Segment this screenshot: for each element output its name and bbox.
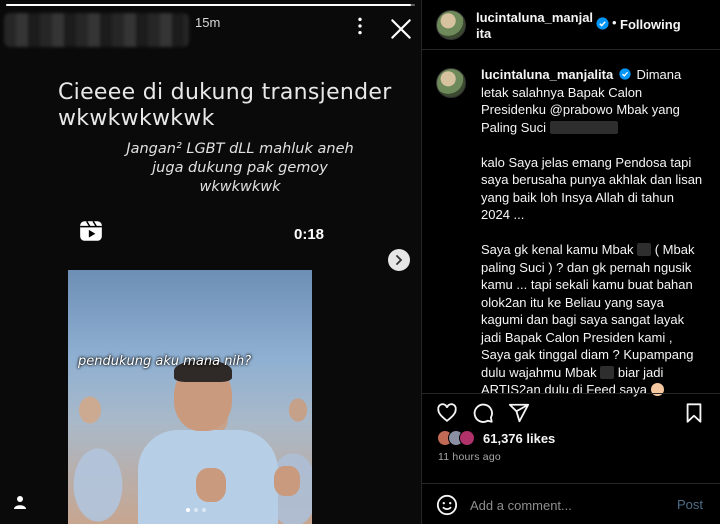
more-horizontal-icon[interactable] xyxy=(350,16,370,36)
verified-badge-icon xyxy=(619,68,631,80)
carousel-dots xyxy=(186,508,206,512)
post-actions: 61,376 likes 11 hours ago xyxy=(422,393,720,483)
avatar xyxy=(459,430,475,446)
avatar[interactable] xyxy=(436,68,466,98)
caption-paragraph-3b: ( Mbak paling Suci ) ? dan gk pernah ngu… xyxy=(481,242,695,380)
likers-avatars[interactable] xyxy=(437,430,475,446)
story-timestamp: 15m xyxy=(195,15,221,30)
likes-count[interactable]: 61,376 likes xyxy=(483,431,555,446)
story-viewer: 15m Cieeee di dukung transjender wkwkwkw… xyxy=(0,0,421,524)
story-header xyxy=(4,12,189,48)
verified-badge-icon xyxy=(596,17,609,30)
heart-icon[interactable] xyxy=(436,402,458,424)
carousel-dot xyxy=(186,508,190,512)
caption-paragraph-2: kalo Saya jelas emang Pendosa tapi saya … xyxy=(481,154,703,223)
post-header: lucintaluna_manjalita • Following xyxy=(422,0,720,50)
censored-text xyxy=(600,365,615,379)
story-progress-bar xyxy=(6,4,415,6)
chevron-right-icon xyxy=(396,255,403,265)
caption-paragraph-3: Saya gk kenal kamu Mbak ( Mbak paling Su… xyxy=(481,241,705,399)
story-caption-sub: Jangan² LGBT dLL mahluk aneh juga dukung… xyxy=(126,141,354,195)
post-comment-button[interactable]: Post xyxy=(677,497,703,512)
story-progress-fill xyxy=(6,4,411,6)
user-tag-icon[interactable] xyxy=(12,494,28,510)
carousel-dot xyxy=(194,508,198,512)
emoji-icon[interactable] xyxy=(436,494,458,516)
blurred-author xyxy=(4,13,189,47)
following-button[interactable]: Following xyxy=(620,17,681,32)
speaker-hand xyxy=(196,468,226,502)
reels-icon xyxy=(80,220,102,241)
post-panel: lucintaluna_manjalita • Following lucint… xyxy=(421,0,720,524)
video-caption: pendukung aku mana nih? xyxy=(78,354,252,369)
separator-dot: • xyxy=(612,15,617,30)
caption-paragraph-3a: Saya gk kenal kamu Mbak xyxy=(481,242,634,257)
post-age[interactable]: 11 hours ago xyxy=(438,451,501,463)
bookmark-icon[interactable] xyxy=(683,402,705,424)
story-caption-main: Cieeee di dukung transjender wkwkwkwkwk xyxy=(58,80,392,131)
censored-text xyxy=(549,120,618,134)
add-comment-bar: Post xyxy=(422,483,720,524)
speaker-hand xyxy=(274,466,300,496)
post-username[interactable]: lucintaluna_manjalita xyxy=(476,10,596,42)
avatar[interactable] xyxy=(436,10,466,40)
close-icon[interactable] xyxy=(388,16,414,42)
caption-username[interactable]: lucintaluna_manjalita xyxy=(481,67,613,82)
video-frame[interactable]: pendukung aku mana nih? xyxy=(68,270,312,524)
carousel-dot xyxy=(202,508,206,512)
caption-text: lucintaluna_manjalita Dimana letak salah… xyxy=(481,66,705,399)
video-duration: 0:18 xyxy=(294,226,325,243)
comment-icon[interactable] xyxy=(472,402,494,424)
share-icon[interactable] xyxy=(508,402,530,424)
comment-input[interactable] xyxy=(470,492,660,518)
next-story-button[interactable] xyxy=(388,249,410,271)
censored-text xyxy=(637,243,652,256)
